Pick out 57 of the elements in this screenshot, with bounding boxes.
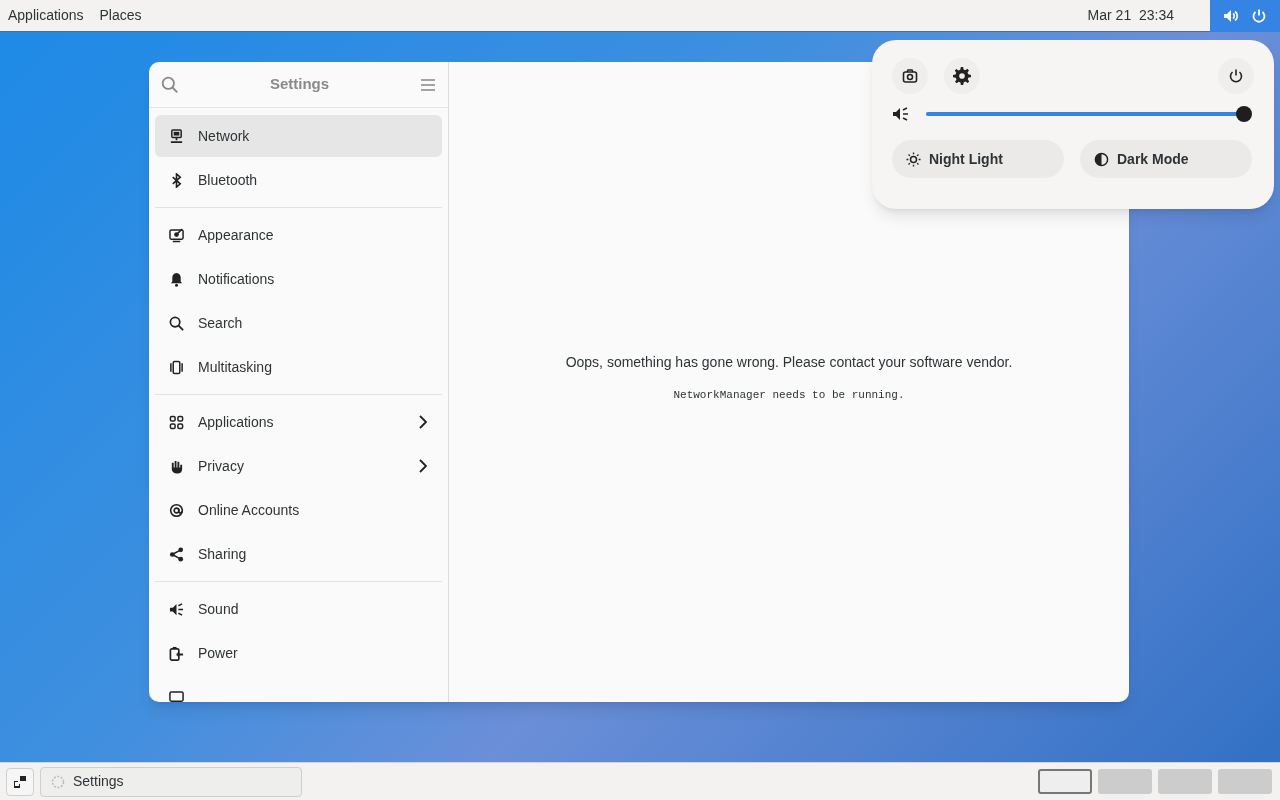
bell-icon [169, 271, 184, 287]
power-button[interactable] [1218, 58, 1254, 94]
power-icon [1251, 7, 1267, 24]
chevron-right-icon [418, 459, 428, 473]
sidebar-item[interactable]: Bluetooth [155, 159, 442, 201]
muted-speaker-icon [892, 106, 910, 122]
windows-icon [13, 774, 27, 789]
sidebar-item[interactable]: Online Accounts [155, 489, 442, 531]
workspace-thumbnail[interactable] [1158, 769, 1212, 794]
search-icon [169, 315, 184, 331]
error-detail: NetworkManager needs to be running. [673, 388, 905, 403]
sidebar-item[interactable]: Search [155, 302, 442, 344]
sidebar-item[interactable]: Notifications [155, 258, 442, 300]
quick-toggle[interactable]: Dark Mode [1080, 140, 1252, 178]
sidebar-item[interactable]: Appearance [155, 214, 442, 256]
settings-icon [953, 67, 971, 85]
bluetooth-icon [169, 172, 184, 188]
share-icon [169, 546, 184, 562]
quick-toggle[interactable]: Night Light [892, 140, 1064, 178]
taskbar-window-button[interactable]: Settings [40, 766, 302, 797]
network-icon [169, 128, 184, 144]
menu-icon[interactable] [420, 77, 436, 92]
sidebar-item[interactable]: Power [155, 632, 442, 674]
display-icon [169, 689, 184, 702]
volume-slider[interactable] [926, 106, 1250, 122]
loading-spinner-icon [51, 774, 65, 789]
search-icon[interactable] [161, 75, 179, 94]
settings-button[interactable] [944, 58, 980, 94]
sidebar-item[interactable]: Sharing [155, 533, 442, 575]
contrast-icon [1094, 151, 1109, 167]
window-title: Settings [269, 74, 330, 95]
system-menu-button[interactable] [1210, 0, 1280, 32]
workspace-thumbnail[interactable] [1098, 769, 1152, 794]
multitasking-icon [169, 359, 184, 375]
top-bar-menu[interactable]: Places [99, 5, 142, 26]
speaker-icon [169, 601, 184, 617]
sidebar-item[interactable]: Privacy [155, 445, 442, 487]
at-sign-icon [169, 502, 184, 518]
sidebar-item[interactable]: Network [155, 115, 442, 157]
monitor-brush-icon [169, 227, 184, 243]
chevron-right-icon [418, 415, 428, 429]
workspace-thumbnail[interactable] [1038, 769, 1092, 794]
error-message: Oops, something has gone wrong. Please contact your software vendor. [565, 353, 1013, 372]
camera-icon [902, 68, 918, 84]
screenshot-button[interactable] [892, 58, 928, 94]
clock[interactable]: Mar 21 23:34 [1087, 5, 1174, 26]
battery-plug-icon [169, 645, 184, 661]
top-bar-menu[interactable]: Applications [8, 5, 84, 26]
hand-icon [169, 458, 184, 474]
sun-icon [906, 151, 921, 167]
grid-icon [169, 414, 184, 430]
sidebar-item[interactable]: Applications [155, 401, 442, 443]
sidebar-item[interactable]: Multitasking [155, 346, 442, 388]
power-icon [1228, 68, 1244, 84]
show-desktop-button[interactable] [6, 767, 34, 796]
sidebar-item[interactable]: Sound [155, 588, 442, 630]
workspace-thumbnail[interactable] [1218, 769, 1272, 794]
